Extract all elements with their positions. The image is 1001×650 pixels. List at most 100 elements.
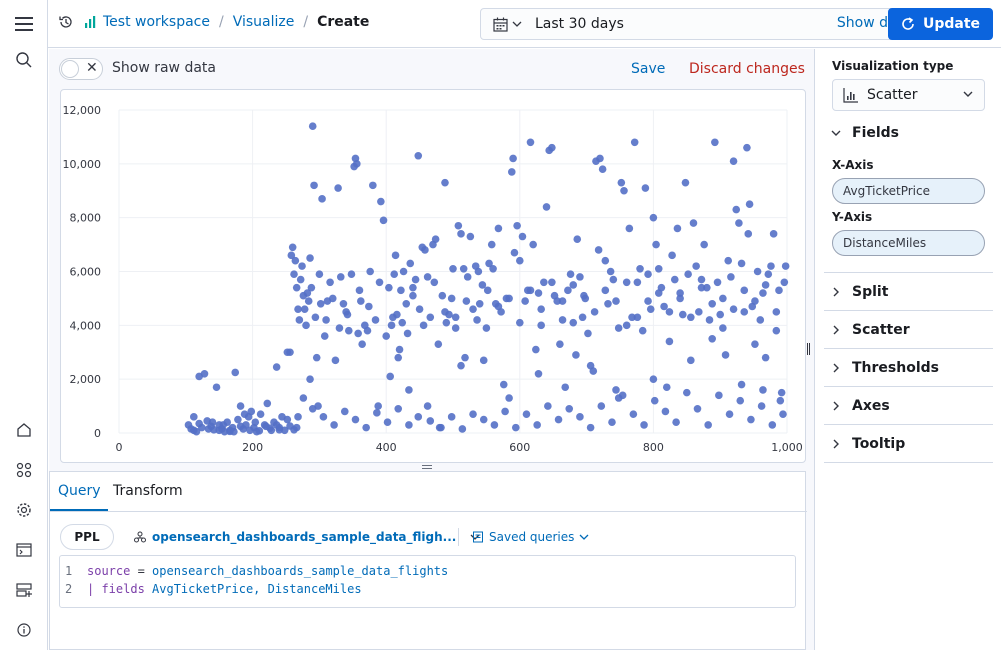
save-button[interactable]: Save	[631, 61, 665, 77]
data-point	[649, 375, 658, 383]
query-editor[interactable]: 1 source = opensearch_dashboards_sample_d…	[59, 555, 796, 608]
data-point	[391, 251, 400, 260]
x-axis-field[interactable]: AvgTicketPrice	[832, 178, 985, 204]
y-tick-label: 8,000	[70, 212, 102, 225]
code-keyword: source	[87, 564, 131, 578]
data-point	[729, 305, 738, 313]
data-point	[286, 348, 294, 357]
data-point	[442, 318, 451, 327]
data-point	[678, 310, 687, 319]
thresholds-accordion[interactable]: Thresholds	[824, 349, 993, 387]
data-point	[326, 278, 334, 287]
x-tick-label: 200	[242, 441, 263, 454]
y-tick-label: 0	[94, 427, 101, 440]
recent-icon[interactable]	[58, 14, 74, 30]
data-point	[402, 300, 411, 308]
date-range-text[interactable]: Last 30 days	[535, 16, 624, 32]
data-point	[374, 402, 382, 410]
split-accordion[interactable]: Split	[824, 273, 993, 311]
data-point	[609, 275, 618, 284]
data-point	[426, 313, 435, 322]
search-icon[interactable]	[14, 50, 34, 70]
home-icon[interactable]	[14, 420, 34, 440]
tab-transform[interactable]: Transform	[113, 483, 183, 499]
data-point	[298, 262, 306, 270]
data-point	[292, 283, 301, 292]
data-point	[330, 421, 338, 429]
chevron-right-icon	[833, 401, 839, 410]
data-point	[387, 321, 396, 330]
x-tick-label: 1,000	[771, 441, 803, 454]
tab-query[interactable]: Query	[58, 483, 101, 499]
breadcrumb-workspace[interactable]: Test workspace	[103, 14, 210, 30]
tooltip-accordion[interactable]: Tooltip	[824, 425, 993, 463]
breadcrumb-separator: /	[218, 14, 224, 30]
data-point	[617, 178, 626, 187]
data-point	[705, 316, 714, 324]
data-point	[479, 415, 488, 424]
data-point	[291, 256, 300, 265]
fields-accordion[interactable]: Fields	[824, 114, 993, 152]
data-point	[719, 294, 727, 303]
data-point	[542, 203, 551, 211]
raw-data-toggle[interactable]: ✕	[59, 58, 103, 80]
data-point	[713, 278, 722, 287]
data-point	[526, 286, 535, 295]
axes-accordion[interactable]: Axes	[824, 387, 993, 425]
refresh-icon	[902, 17, 914, 30]
data-point	[576, 273, 584, 281]
resize-divider[interactable]	[421, 463, 433, 471]
data-point	[644, 270, 652, 278]
x-tick-label: 600	[509, 441, 530, 454]
data-point	[307, 283, 316, 292]
data-point	[721, 351, 730, 359]
data-point	[310, 181, 318, 190]
info-icon[interactable]	[14, 620, 34, 640]
panel-resize-handle[interactable]	[807, 343, 811, 355]
data-point	[343, 310, 352, 319]
data-point	[283, 415, 292, 424]
data-point	[449, 265, 457, 273]
gear-icon[interactable]	[14, 500, 34, 520]
apps-icon[interactable]	[14, 460, 34, 480]
data-point	[724, 256, 733, 265]
discard-changes-button[interactable]: Discard changes	[689, 61, 805, 77]
breadcrumb-visualize[interactable]: Visualize	[233, 14, 295, 30]
data-point	[353, 160, 361, 168]
update-label: Update	[922, 16, 981, 32]
saved-queries-button[interactable]: Saved queries	[472, 530, 589, 544]
vis-type-select[interactable]: Scatter	[832, 79, 985, 111]
code-operator: =	[130, 564, 153, 578]
update-button[interactable]: Update	[888, 8, 993, 40]
data-point	[320, 332, 329, 340]
data-point	[234, 415, 242, 424]
data-point	[463, 273, 472, 281]
breadcrumb: Test workspace / Visualize / Create	[58, 14, 369, 30]
data-point	[398, 318, 407, 327]
console-icon[interactable]	[14, 540, 34, 560]
menu-icon[interactable]	[14, 14, 34, 34]
data-point	[561, 383, 570, 392]
data-point	[371, 316, 380, 324]
data-point	[231, 368, 240, 377]
query-bar: PPL opensearch_dashboards_sample_data_fl…	[58, 524, 798, 550]
quick-menu-button[interactable]	[481, 9, 533, 39]
add-data-icon[interactable]	[14, 580, 34, 600]
data-point	[629, 410, 638, 418]
data-point	[572, 351, 580, 359]
data-source-picker[interactable]: opensearch_dashboards_sample_data_fligh.…	[134, 530, 480, 544]
data-point	[598, 165, 607, 174]
line-number: 2	[65, 582, 73, 596]
data-point	[294, 305, 302, 313]
data-point	[336, 273, 345, 281]
language-button[interactable]: PPL	[60, 524, 114, 550]
scatter-accordion[interactable]: Scatter	[824, 311, 993, 349]
data-point	[262, 422, 270, 431]
scatter-chart[interactable]: 0 200 400 600 800 1,000 0 2,000 4,000 6,000 8,000 1…	[61, 90, 807, 464]
data-point	[319, 413, 328, 421]
data-point	[614, 324, 623, 332]
code-identifier: opensearch_dashboards_sample_data_flight…	[152, 564, 449, 578]
divider	[458, 528, 459, 546]
y-axis-field[interactable]: DistanceMiles	[832, 230, 985, 256]
data-point	[490, 421, 499, 429]
